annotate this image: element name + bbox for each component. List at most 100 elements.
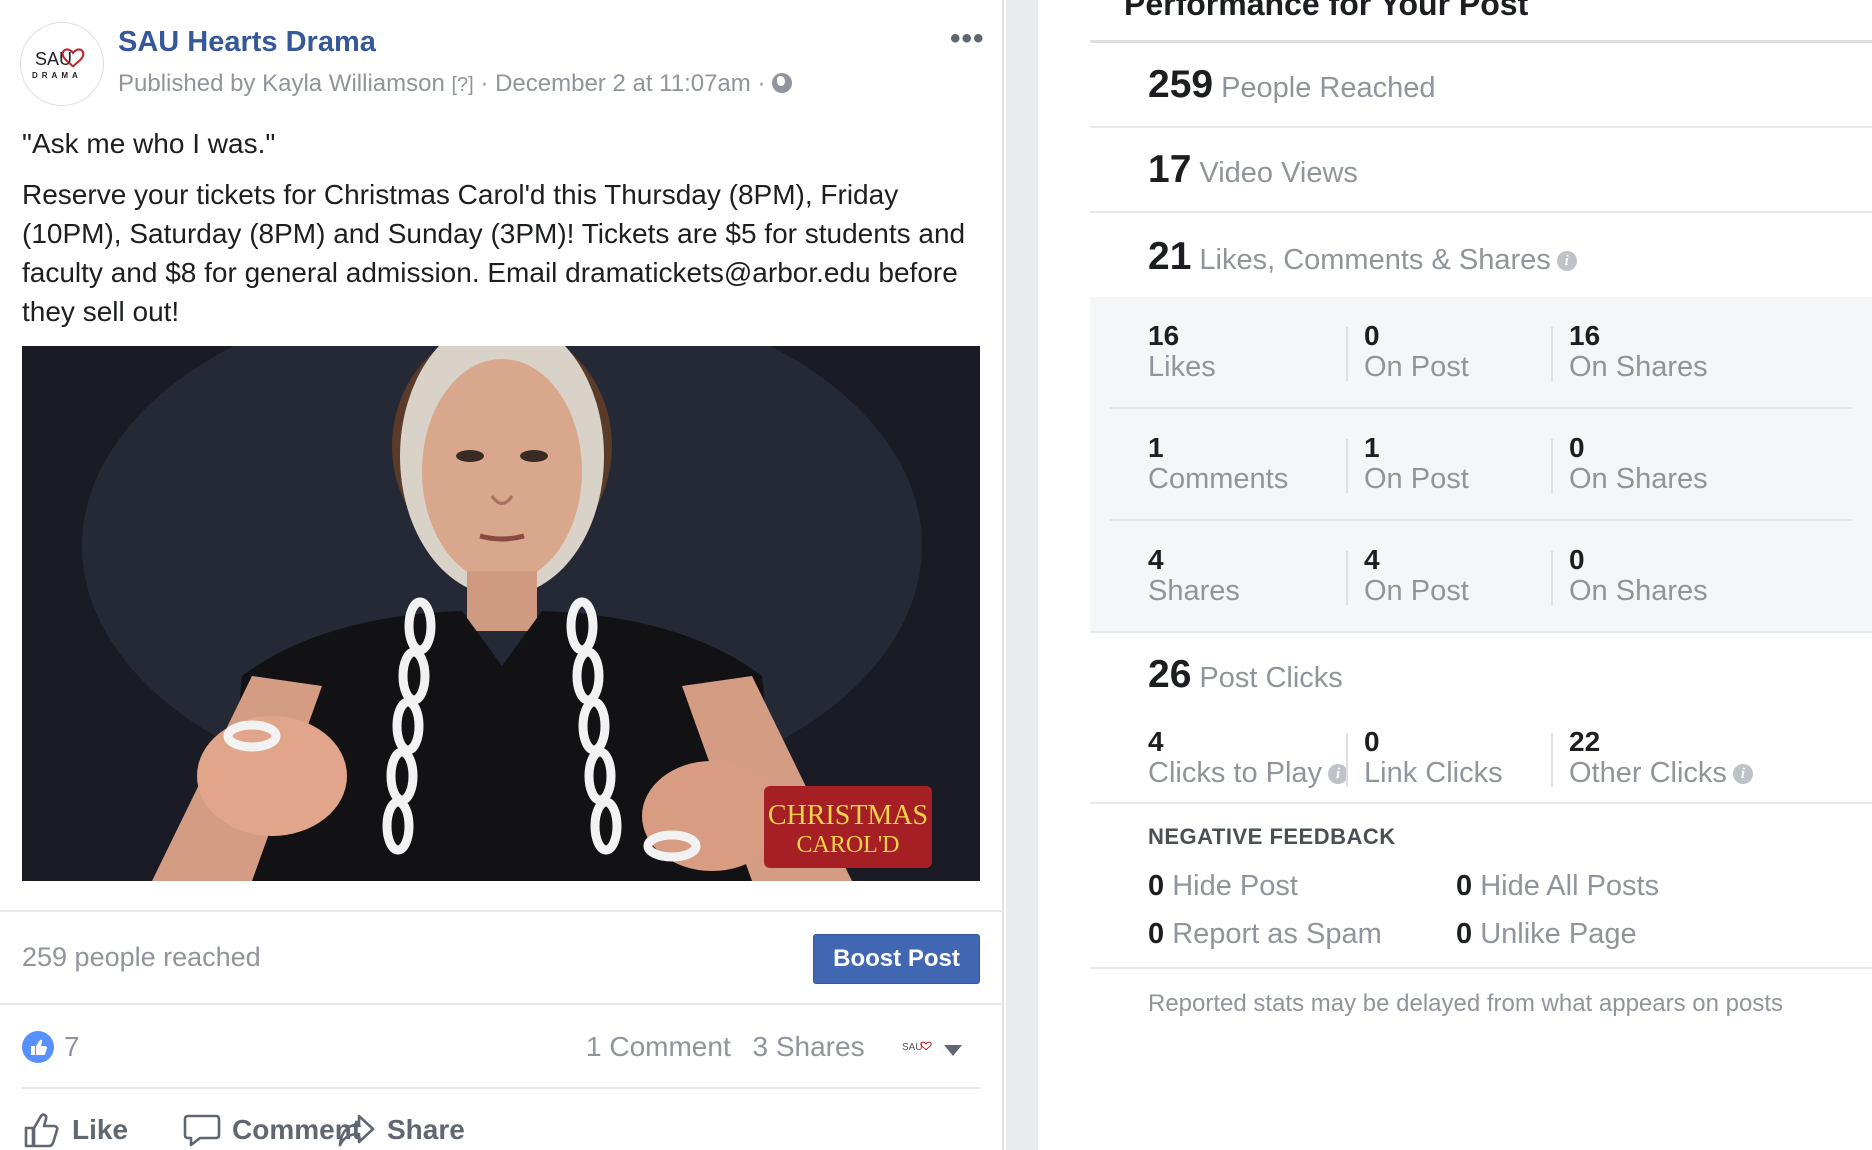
engagement-stat: 21 Likes, Comments & Shares i (1148, 235, 1577, 279)
svg-text:CAROL'D: CAROL'D (797, 832, 900, 858)
negative-feedback-heading: NEGATIVE FEEDBACK (1148, 824, 1396, 849)
clicks-to-play-label: Clicks to Play (1148, 757, 1323, 789)
other-clicks-value: 22 (1569, 726, 1601, 757)
video-views-row: 17 Video Views (1090, 128, 1872, 213)
shares-on-post: 4 On Post (1364, 544, 1469, 608)
like-reaction-icon[interactable] (22, 1031, 54, 1063)
link-clicks-value: 0 (1364, 726, 1380, 757)
post-quote: "Ask me who I was." (22, 128, 276, 159)
video-frame-image: CHRISTMAS CAROL'D (22, 346, 980, 881)
action-bar: Like Comment Share (22, 1090, 980, 1150)
likes-on-post-value: 0 (1364, 320, 1380, 351)
comments-on-shares-label: On Shares (1569, 463, 1708, 495)
clicks-to-play: 4 Clicks to Play i (1148, 726, 1349, 789)
page-avatar[interactable]: SAU DRAMA (20, 22, 104, 106)
published-by: Published by Kayla Williamson (118, 70, 445, 97)
hide-post-label: Hide Post (1172, 870, 1298, 902)
stats-delay-footnote: Reported stats may be delayed from what … (1148, 990, 1784, 1017)
svg-text:SAU: SAU (902, 1042, 923, 1053)
svg-text:SAU: SAU (35, 49, 72, 69)
column-gutter (1006, 0, 1038, 1150)
unlike-page-stat: 0 Unlike Page (1456, 918, 1637, 951)
shares-total: 4 Shares (1148, 545, 1240, 608)
comments-total-label: Comments (1148, 463, 1289, 495)
video-views-label: Video Views (1199, 157, 1358, 189)
reactions-bar: 7 1 Comment 3 Shares SAU (22, 1005, 980, 1089)
video-player[interactable]: CHRISTMAS CAROL'D (22, 346, 980, 881)
svg-text:DRAMA: DRAMA (32, 71, 82, 80)
reaction-count[interactable]: 7 (64, 1031, 80, 1063)
post-meta: Published by Kayla Williamson [?] · Dece… (118, 70, 793, 98)
reach-bar: 259 people reached Boost Post (0, 910, 1004, 1005)
share-label: Share (387, 1114, 465, 1145)
post-clicks-stat: 26 Post Clicks (1148, 653, 1343, 697)
like-label: Like (72, 1114, 129, 1145)
help-marker[interactable]: [?] (451, 74, 473, 96)
post-body: Reserve your tickets for Christmas Carol… (22, 179, 966, 327)
clicks-to-play-label-row: Clicks to Play i (1148, 757, 1349, 789)
people-reached-label: People Reached (1221, 72, 1436, 104)
comments-on-post-label: On Post (1364, 463, 1469, 495)
report-spam-stat: 0 Report as Spam (1148, 918, 1382, 951)
comment-share-counts: 1 Comment 3 Shares (586, 1031, 879, 1063)
share-count-link[interactable]: 3 Shares (753, 1031, 865, 1062)
likes-total: 16 Likes (1148, 321, 1216, 384)
divider (1346, 733, 1348, 787)
shares-on-shares: 0 On Shares (1569, 544, 1708, 608)
likes-total-label: Likes (1148, 351, 1216, 383)
unlike-page-value: 0 (1456, 918, 1473, 950)
share-arrow-icon (338, 1114, 375, 1147)
likes-on-shares-value: 16 (1569, 320, 1601, 351)
video-views-value: 17 (1148, 148, 1192, 191)
more-options-icon[interactable]: ••• (950, 22, 985, 56)
boost-post-button[interactable]: Boost Post (813, 934, 980, 984)
shares-on-shares-value: 0 (1569, 544, 1585, 575)
divider (1551, 439, 1553, 493)
thumbs-up-icon (31, 1039, 47, 1055)
video-views-stat: 17 Video Views (1148, 148, 1358, 192)
info-icon[interactable]: i (1732, 764, 1753, 784)
negative-feedback-section: NEGATIVE FEEDBACK 0 Hide Post 0 Hide All… (1090, 804, 1872, 969)
comments-on-post-value: 1 (1364, 432, 1380, 463)
post-clicks-value: 26 (1148, 653, 1192, 696)
likes-on-shares: 16 On Shares (1569, 320, 1708, 384)
other-clicks-label: Other Clicks (1569, 757, 1727, 789)
other-clicks: 22 Other Clicks i (1569, 727, 1753, 789)
report-spam-label: Report as Spam (1172, 918, 1382, 950)
people-reached-row: 259 People Reached (1090, 43, 1872, 128)
engagement-breakdown: 16 Likes 0 On Post 16 On Shares 1 Commen… (1090, 297, 1872, 633)
shares-breakdown-row: 4 Shares 4 On Post 0 On Shares (1090, 521, 1872, 633)
comment-count-link[interactable]: 1 Comment (586, 1031, 731, 1062)
page-name-link[interactable]: SAU Hearts Drama (118, 26, 376, 59)
share-button[interactable]: Share (337, 1110, 465, 1150)
like-button[interactable]: Like (22, 1110, 128, 1150)
likes-breakdown-row: 16 Likes 0 On Post 16 On Shares (1090, 297, 1872, 409)
info-icon[interactable]: i (1556, 251, 1577, 271)
other-clicks-label-row: Other Clicks i (1569, 757, 1753, 789)
engagement-row: 21 Likes, Comments & Shares i (1090, 213, 1872, 298)
link-clicks: 0 Link Clicks (1364, 726, 1503, 790)
divider (1346, 439, 1348, 493)
page-mini-avatar-icon[interactable]: SAU (902, 1039, 934, 1055)
performance-panel: Performance for Your Post 259 People Reac… (1038, 0, 1872, 1150)
people-reached-text[interactable]: 259 people reached (22, 942, 261, 973)
post-text: "Ask me who I was." Reserve your tickets… (22, 124, 982, 343)
comments-total-value: 1 (1148, 432, 1164, 463)
shares-on-shares-label: On Shares (1569, 575, 1708, 607)
likes-on-post: 0 On Post (1364, 320, 1469, 384)
meta-separator: · (480, 70, 489, 97)
chevron-down-icon[interactable] (944, 1045, 962, 1056)
likes-on-post-label: On Post (1364, 351, 1469, 383)
post-clicks-label: Post Clicks (1199, 662, 1343, 694)
divider (1551, 551, 1553, 605)
globe-icon[interactable] (772, 73, 793, 93)
post-timestamp[interactable]: December 2 at 11:07am (495, 70, 751, 97)
comments-total: 1 Comments (1148, 432, 1289, 496)
engagement-label: Likes, Comments & Shares (1199, 244, 1551, 276)
comments-on-post: 1 On Post (1364, 432, 1469, 496)
clicks-to-play-value: 4 (1148, 726, 1164, 757)
people-reached-value: 259 (1148, 63, 1214, 106)
hide-post-value: 0 (1148, 870, 1165, 902)
shares-on-post-value: 4 (1364, 544, 1380, 575)
comment-button[interactable]: Comment (182, 1110, 361, 1150)
